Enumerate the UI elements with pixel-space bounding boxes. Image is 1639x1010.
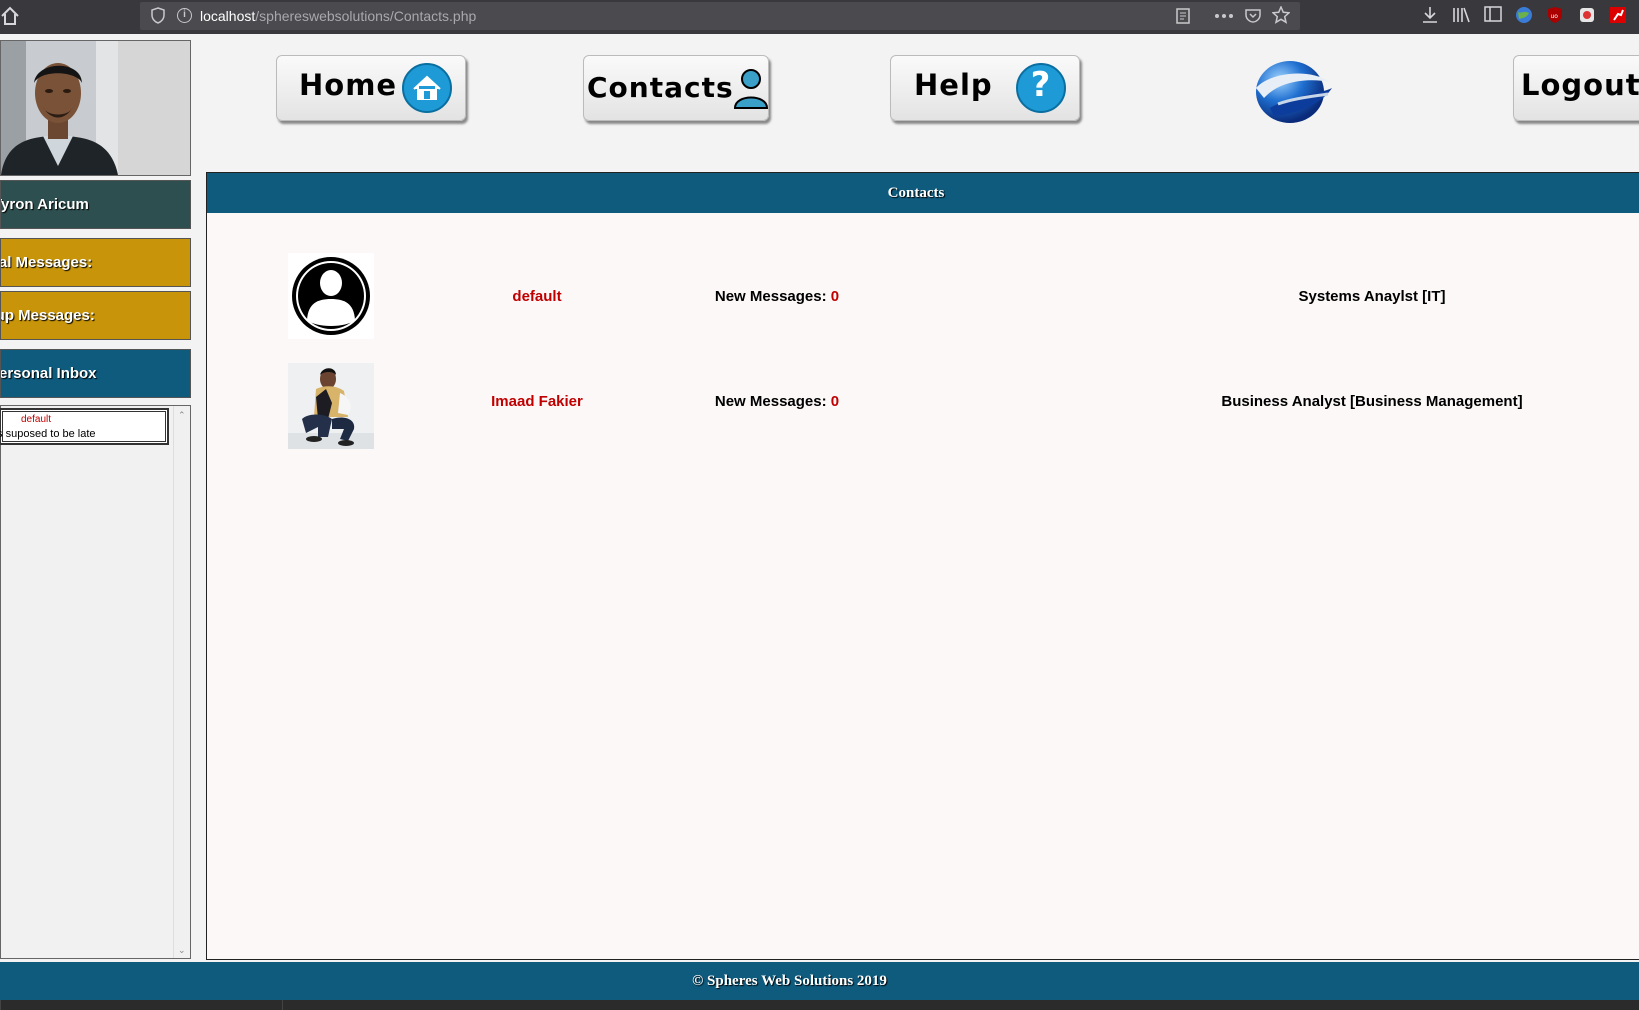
new-messages-count: 0 <box>830 288 840 305</box>
taskbar-segment[interactable] <box>282 1000 1639 1010</box>
inbox-message[interactable]: default was suposed to be late <box>0 408 169 445</box>
inbox-message-text: was suposed to be late <box>0 428 96 440</box>
group-messages-bar[interactable]: Group Messages: 0 <box>0 291 191 340</box>
url-host: localhost <box>200 8 256 24</box>
help-button[interactable]: Help ? <box>890 55 1080 121</box>
sidebar-toggle-icon[interactable] <box>1484 6 1502 22</box>
contact-row[interactable]: default New Messages: 0 Systems Anaylst … <box>207 253 1639 343</box>
person-icon <box>733 69 769 109</box>
personal-inbox-bar[interactable]: Personal Inbox <box>0 349 191 398</box>
contact-name[interactable]: default <box>437 288 637 305</box>
scroll-up-icon[interactable]: ⌃ <box>178 410 186 421</box>
shield-icon[interactable] <box>151 7 165 24</box>
address-bar[interactable]: i localhost/sphereswebsolutions/Contacts… <box>140 2 1300 30</box>
page: i localhost/sphereswebsolutions/Contacts… <box>0 0 1639 1010</box>
contacts-button[interactable]: Contacts <box>583 55 769 121</box>
profile-photo[interactable] <box>1 41 118 175</box>
extension-icon[interactable] <box>1578 6 1596 24</box>
info-icon[interactable]: i <box>177 8 192 23</box>
inbox-scrollbar[interactable]: ⌃ ⌄ <box>173 406 190 958</box>
personal-inbox-title: Personal Inbox <box>1 365 97 382</box>
contacts-button-label: Contacts <box>587 71 734 104</box>
url-path: /sphereswebsolutions/Contacts.php <box>255 8 477 24</box>
inbox-list[interactable]: default was suposed to be late ⌃ ⌄ <box>0 405 191 959</box>
svg-text:uo: uo <box>1551 13 1559 20</box>
home-button-label: Home <box>299 68 398 102</box>
house-icon <box>402 63 452 113</box>
ublock-icon[interactable]: uo <box>1546 6 1564 24</box>
scroll-down-icon[interactable]: ⌄ <box>178 945 186 956</box>
new-messages-label: New Messages: <box>714 288 827 305</box>
group-messages-label: Group Messages: <box>1 307 95 324</box>
personal-messages-bar[interactable]: Personal Messages: 0 <box>0 238 191 287</box>
new-messages-count: 0 <box>830 393 840 410</box>
personal-messages-label: Personal Messages: <box>0 254 93 271</box>
footer-copyright: © Spheres Web Solutions 2019 <box>692 973 887 989</box>
profile-box <box>0 40 191 176</box>
contact-name[interactable]: Imaad Fakier <box>437 393 637 410</box>
taskbar-segment[interactable] <box>0 1000 282 1010</box>
os-taskbar <box>0 1000 1639 1010</box>
footer: © Spheres Web Solutions 2019 <box>0 962 1639 1000</box>
new-messages-label: New Messages: <box>714 393 827 410</box>
library-icon[interactable] <box>1452 6 1470 24</box>
contacts-panel: Contacts default New Messages: 0 Systems… <box>206 172 1639 960</box>
reader-view-icon[interactable] <box>1176 8 1190 24</box>
spheres-logo[interactable] <box>1250 58 1334 128</box>
contacts-title: Contacts <box>887 185 945 201</box>
user-name-bar[interactable]: Tyron Aricum <box>0 180 191 229</box>
home-button[interactable]: Home <box>276 55 466 121</box>
logout-button-label: Logout <box>1521 68 1639 102</box>
globe-extension-icon[interactable] <box>1515 6 1533 24</box>
more-actions-icon[interactable] <box>1215 14 1233 18</box>
inbox-message-sender: default <box>21 414 52 425</box>
contact-role: Business Analyst [Business Management] <box>1221 393 1523 410</box>
url-text[interactable]: localhost/sphereswebsolutions/Contacts.p… <box>200 8 476 24</box>
contacts-header: Contacts <box>207 173 1639 213</box>
contact-photo[interactable] <box>288 363 374 449</box>
help-button-label: Help <box>914 68 993 102</box>
contact-new-messages: New Messages: 0 <box>677 393 877 410</box>
question-mark-icon: ? <box>1016 63 1066 113</box>
browser-toolbar: i localhost/sphereswebsolutions/Contacts… <box>0 0 1639 34</box>
home-icon[interactable] <box>0 5 20 27</box>
pocket-icon[interactable] <box>1245 8 1261 23</box>
contact-row[interactable]: Imaad Fakier New Messages: 0 Business An… <box>207 363 1639 453</box>
logout-button[interactable]: Logout <box>1513 55 1639 121</box>
user-name: Tyron Aricum <box>0 196 89 213</box>
default-avatar-icon[interactable] <box>288 253 374 339</box>
flash-extension-icon[interactable] <box>1609 6 1627 24</box>
bookmark-star-icon[interactable] <box>1272 6 1290 24</box>
downloads-icon[interactable] <box>1422 6 1438 24</box>
contact-role: Systems Anaylst [IT] <box>1298 288 1446 305</box>
contact-new-messages: New Messages: 0 <box>677 288 877 305</box>
